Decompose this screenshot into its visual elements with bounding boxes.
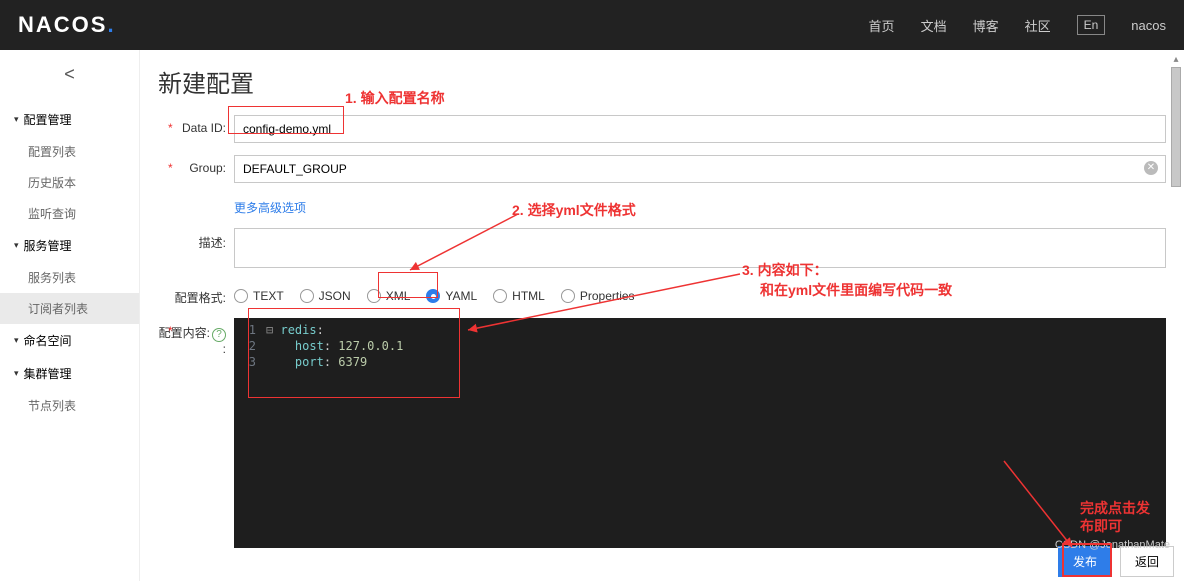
- watermark: CSDN @JonathanMate: [1055, 539, 1170, 551]
- nav-blog[interactable]: 博客: [973, 16, 999, 35]
- scroll-thumb[interactable]: [1171, 67, 1181, 187]
- top-nav: 首页 文档 博客 社区 En nacos: [869, 15, 1166, 35]
- sidebar: < 配置管理 配置列表 历史版本 监听查询 服务管理 服务列表 订阅者列表 命名…: [0, 50, 140, 581]
- sidebar-item-history[interactable]: 历史版本: [0, 167, 139, 198]
- format-json[interactable]: JSON: [300, 289, 351, 303]
- label-group: Group:: [158, 155, 234, 175]
- format-properties[interactable]: Properties: [561, 289, 635, 303]
- main-panel: 新建配置 Data ID: Group: ✕ 更多高级选项 描述: 配置格式:: [140, 50, 1184, 581]
- format-radios: TEXT JSON XML YAML HTML Properties: [234, 283, 1166, 303]
- data-id-input[interactable]: [234, 115, 1166, 143]
- sidebar-item-listen[interactable]: 监听查询: [0, 198, 139, 229]
- label-desc: 描述:: [158, 228, 234, 251]
- format-html[interactable]: HTML: [493, 289, 545, 303]
- menu-group-service[interactable]: 服务管理: [0, 229, 139, 262]
- back-icon[interactable]: <: [0, 64, 139, 85]
- nav-community[interactable]: 社区: [1025, 16, 1051, 35]
- sidebar-item-subscribers[interactable]: 订阅者列表: [0, 293, 139, 324]
- menu-group-config[interactable]: 配置管理: [0, 103, 139, 136]
- help-icon[interactable]: ?: [212, 328, 226, 342]
- label-content: 配置内容:? :: [158, 318, 234, 356]
- nav-lang[interactable]: En: [1077, 15, 1106, 35]
- desc-input[interactable]: [234, 228, 1166, 268]
- format-text[interactable]: TEXT: [234, 289, 284, 303]
- nav-docs[interactable]: 文档: [921, 16, 947, 35]
- sidebar-item-nodes[interactable]: 节点列表: [0, 390, 139, 421]
- logo: NACOS.: [18, 12, 116, 38]
- topbar: NACOS. 首页 文档 博客 社区 En nacos: [0, 0, 1184, 50]
- code-editor[interactable]: 123 ⊟ redis: host: 127.0.0.1 port: 6379: [234, 318, 1166, 548]
- advanced-link[interactable]: 更多高级选项: [234, 199, 306, 216]
- nav-home[interactable]: 首页: [869, 16, 895, 35]
- page-title: 新建配置: [158, 64, 1166, 99]
- scrollbar-vertical[interactable]: ▴: [1170, 54, 1182, 579]
- label-data-id: Data ID:: [158, 115, 234, 135]
- group-input[interactable]: [234, 155, 1166, 183]
- sidebar-item-config-list[interactable]: 配置列表: [0, 136, 139, 167]
- scroll-up-icon[interactable]: ▴: [1173, 54, 1178, 65]
- format-xml[interactable]: XML: [367, 289, 411, 303]
- sidebar-item-service-list[interactable]: 服务列表: [0, 262, 139, 293]
- editor-code[interactable]: ⊟ redis: host: 127.0.0.1 port: 6379: [262, 318, 411, 548]
- editor-gutter: 123: [234, 318, 262, 548]
- nav-user[interactable]: nacos: [1131, 18, 1166, 33]
- label-format: 配置格式:: [158, 283, 234, 306]
- format-yaml[interactable]: YAML: [426, 289, 477, 303]
- menu-group-namespace[interactable]: 命名空间: [0, 324, 139, 357]
- clear-group-icon[interactable]: ✕: [1144, 161, 1158, 175]
- menu-group-cluster[interactable]: 集群管理: [0, 357, 139, 390]
